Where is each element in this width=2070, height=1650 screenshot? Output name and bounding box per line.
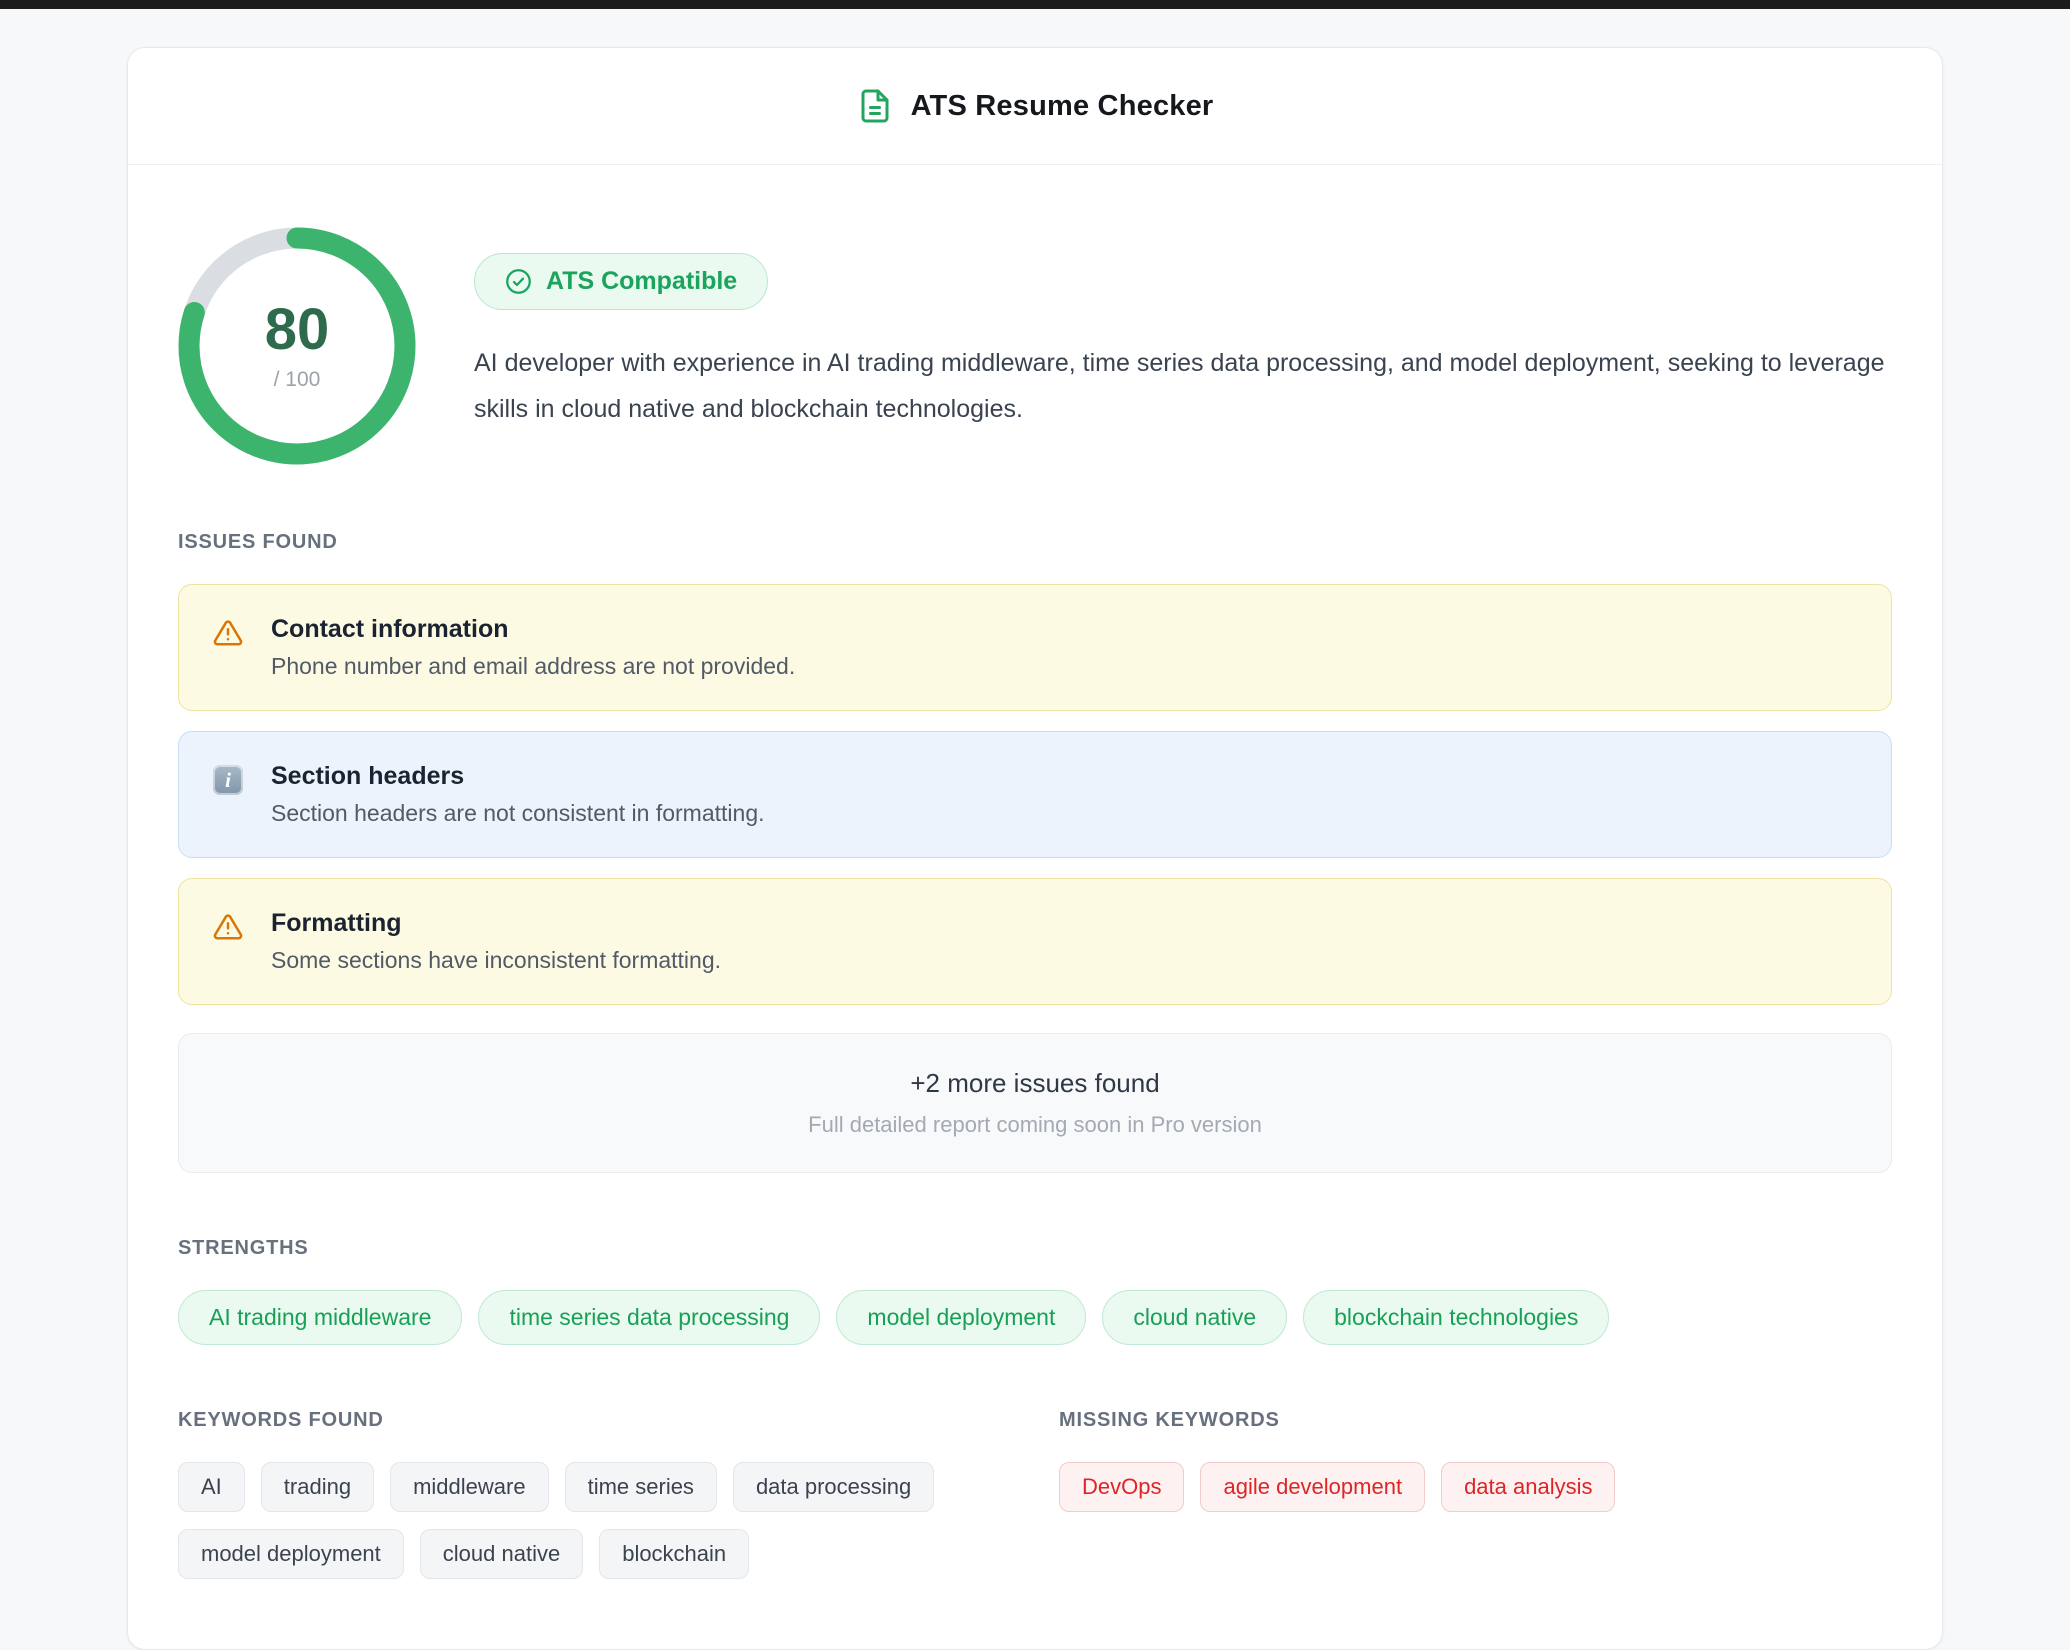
score-center: 80 / 100 [178, 227, 416, 465]
keyword-found-pill: cloud native [420, 1529, 583, 1579]
score-section: 80 / 100 ATS Compatible AI developer wit… [178, 227, 1892, 465]
strength-pill: cloud native [1102, 1290, 1287, 1345]
issue-description: Phone number and email address are not p… [271, 653, 795, 680]
window-top-bar [0, 0, 2070, 9]
issue-card: Section headers Section headers are not … [178, 731, 1892, 858]
score-summary-block: ATS Compatible AI developer with experie… [474, 227, 1889, 465]
warning-triangle-icon [213, 912, 243, 942]
issues-heading: ISSUES FOUND [178, 531, 1892, 554]
ats-checker-card: ATS Resume Checker 80 / 100 [127, 47, 1943, 1650]
score-value: 80 [265, 301, 330, 359]
missing-keywords-list: DevOps agile development data analysis [1059, 1462, 1892, 1512]
strengths-list: AI trading middleware time series data p… [178, 1290, 1892, 1345]
page-title: ATS Resume Checker [911, 90, 1214, 123]
card-body: 80 / 100 ATS Compatible AI developer wit… [128, 165, 1942, 1649]
issue-description: Section headers are not consistent in fo… [271, 800, 765, 827]
keywords-found-column: KEYWORDS FOUND AI trading middleware tim… [178, 1409, 1011, 1579]
missing-keywords-column: MISSING KEYWORDS DevOps agile developmen… [1059, 1409, 1892, 1579]
issue-title: Section headers [271, 762, 765, 791]
more-issues-title: +2 more issues found [213, 1068, 1857, 1099]
missing-keywords-heading: MISSING KEYWORDS [1059, 1409, 1892, 1432]
issue-title: Formatting [271, 909, 721, 938]
missing-keyword-pill: DevOps [1059, 1462, 1184, 1512]
missing-keyword-pill: data analysis [1441, 1462, 1615, 1512]
keywords-found-heading: KEYWORDS FOUND [178, 1409, 1011, 1432]
keyword-found-pill: model deployment [178, 1529, 404, 1579]
keywords-section: KEYWORDS FOUND AI trading middleware tim… [178, 1409, 1892, 1579]
more-issues-subtitle: Full detailed report coming soon in Pro … [213, 1112, 1857, 1138]
strength-pill: blockchain technologies [1303, 1290, 1609, 1345]
strengths-heading: STRENGTHS [178, 1237, 1892, 1260]
badge-label: ATS Compatible [546, 267, 737, 296]
ats-compatible-badge: ATS Compatible [474, 253, 768, 310]
issue-title: Contact information [271, 615, 795, 644]
issue-card: Formatting Some sections have inconsiste… [178, 878, 1892, 1005]
strength-pill: AI trading middleware [178, 1290, 462, 1345]
issue-text: Formatting Some sections have inconsiste… [271, 909, 721, 974]
strengths-section: STRENGTHS AI trading middleware time ser… [178, 1237, 1892, 1345]
keyword-found-pill: data processing [733, 1462, 934, 1512]
card-header: ATS Resume Checker [128, 48, 1942, 165]
strength-pill: time series data processing [478, 1290, 820, 1345]
issue-text: Section headers Section headers are not … [271, 762, 765, 827]
warning-triangle-icon [213, 618, 243, 648]
strength-pill: model deployment [836, 1290, 1086, 1345]
issue-text: Contact information Phone number and ema… [271, 615, 795, 680]
check-circle-icon [505, 268, 532, 295]
score-donut-chart: 80 / 100 [178, 227, 416, 465]
more-issues-card: +2 more issues found Full detailed repor… [178, 1033, 1892, 1173]
keyword-found-pill: trading [261, 1462, 374, 1512]
keywords-found-list: AI trading middleware time series data p… [178, 1462, 1011, 1579]
issues-list: Contact information Phone number and ema… [178, 584, 1892, 1005]
issue-card: Contact information Phone number and ema… [178, 584, 1892, 711]
issue-description: Some sections have inconsistent formatti… [271, 947, 721, 974]
document-icon [857, 88, 893, 124]
keyword-found-pill: middleware [390, 1462, 549, 1512]
keyword-found-pill: blockchain [599, 1529, 749, 1579]
info-icon [213, 765, 243, 795]
missing-keyword-pill: agile development [1200, 1462, 1425, 1512]
keyword-found-pill: time series [565, 1462, 717, 1512]
score-denominator: / 100 [274, 368, 321, 392]
summary-text: AI developer with experience in AI tradi… [474, 340, 1889, 433]
keyword-found-pill: AI [178, 1462, 245, 1512]
